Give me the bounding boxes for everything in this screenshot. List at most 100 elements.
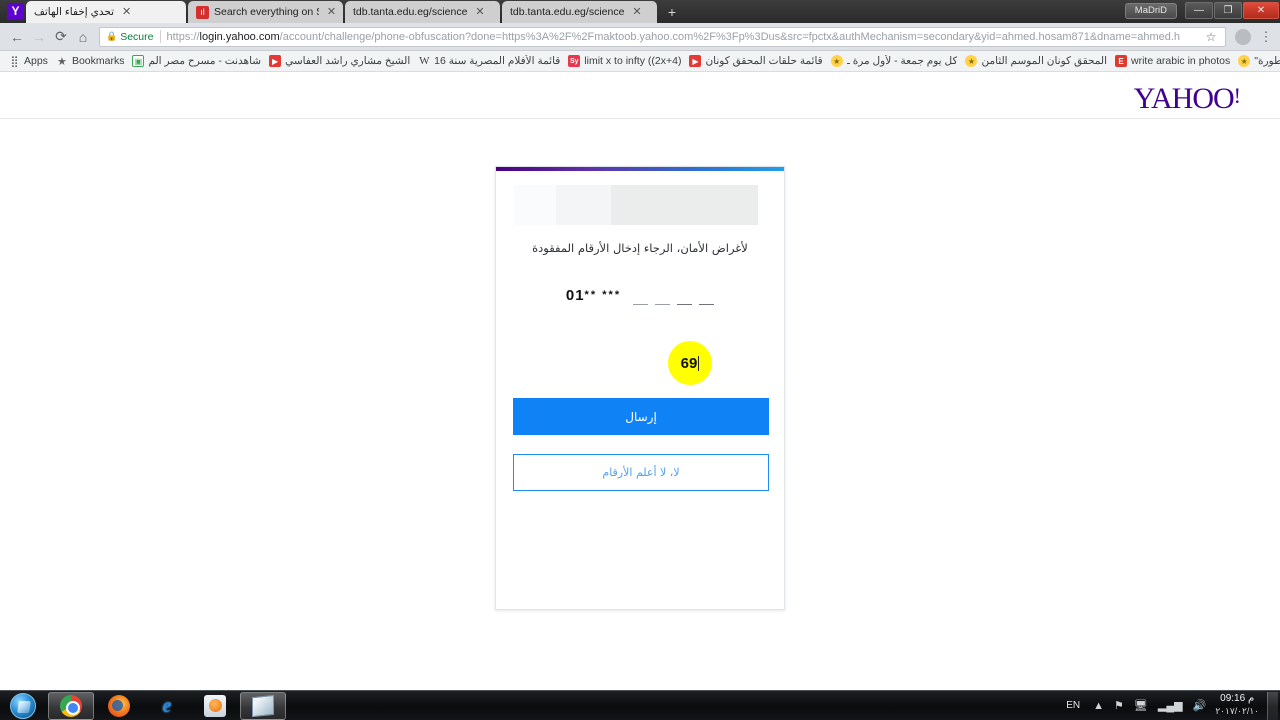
clock[interactable]: 09:16 م ٢٠١٧/٠٢/١٠ (1215, 693, 1259, 718)
windows-start-icon (10, 692, 36, 719)
bookmarks-folder[interactable]: ★ Bookmarks (52, 52, 129, 70)
language-indicator[interactable]: EN (1066, 700, 1080, 711)
browser-tab-strip: Y تحدي إخفاء الهاتف ✕ ıl Search everythi… (0, 0, 1280, 23)
bookmark-label: الشيخ مشاري راشد العفاسي (285, 55, 411, 67)
bookmark-item-5[interactable]: ▶ قائمة حلقات المحقق كونان (685, 52, 826, 70)
url-scheme: https:// (166, 30, 200, 43)
network-icon[interactable]: ▂▄▆ (1158, 699, 1183, 712)
url-text: https://login.yahoo.com/account/challeng… (167, 31, 1202, 43)
chrome-menu-icon[interactable]: ⋮ (1258, 29, 1274, 45)
browser-tab-1-title: تحدي إخفاء الهاتف (34, 6, 115, 18)
taskbar-item-internet-explorer[interactable]: e (144, 692, 190, 720)
screen: Y تحدي إخفاء الهاتف ✕ ıl Search everythi… (0, 0, 1280, 720)
show-hidden-icons-icon[interactable]: ▲ (1093, 700, 1104, 712)
send-button[interactable]: إرسال (513, 398, 769, 435)
apps-shortcut[interactable]: ⣿ Apps (4, 52, 52, 70)
taskbar-item-app[interactable] (240, 691, 286, 720)
internet-explorer-icon: e (162, 694, 172, 717)
browser-toolbar: ← → ⟳ ⌂ 🔒 Secure https://login.yahoo.com… (0, 23, 1280, 51)
home-icon[interactable]: ⌂ (72, 26, 94, 48)
action-center-icon[interactable]: 🖥 (1134, 699, 1148, 712)
phone-challenge-card: لأغراض الأمان، الرجاء إدخال الأرقام المف… (495, 166, 785, 610)
bookmark-item-8[interactable]: E write arabic in photos (1111, 52, 1234, 70)
taskbar-item-media-player[interactable] (192, 692, 238, 720)
bookmark-label: write arabic in photos (1131, 55, 1231, 67)
close-window-button[interactable]: ✕ (1243, 2, 1279, 19)
bookmark-item-4[interactable]: Sy limit x to infty ((2x+4) (564, 52, 685, 70)
instruction-text: لأغراض الأمان، الرجاء إدخال الأرقام المف… (532, 241, 748, 255)
bookmark-label: نتائج البحث: "افتار اسطورة" (1254, 55, 1280, 67)
missing-digit-inputs[interactable] (633, 285, 715, 305)
browser-tab-2[interactable]: ıl Search everything on So ✕ (188, 1, 343, 23)
bookmark-label: limit x to infty ((2x+4) (584, 55, 682, 67)
skeleton-block-b (556, 185, 611, 225)
new-tab-button[interactable]: + (661, 5, 683, 21)
masked-prefix: 01 (565, 286, 585, 304)
wikipedia-icon: W (419, 55, 430, 67)
scribd-icon: ıl (196, 5, 209, 19)
maximize-button[interactable]: ❐ (1214, 2, 1242, 19)
phone-entry-row: 01** *** (496, 277, 784, 313)
youtube-icon: ▶ (269, 55, 282, 67)
extension-icon[interactable] (1235, 28, 1251, 45)
page-content: YAHOO! لأغراض الأمان، الرجاء إدخال الأرق… (0, 72, 1280, 690)
gold-star-icon: ★ (965, 55, 978, 67)
gold-star-icon: ★ (1238, 55, 1251, 67)
address-bar[interactable]: 🔒 Secure https://login.yahoo.com/account… (99, 26, 1226, 47)
bookmark-item-2[interactable]: ▶ الشيخ مشاري راشد العفاسي (265, 52, 414, 70)
close-icon[interactable]: ✕ (326, 6, 337, 18)
browser-tab-3[interactable]: ▤ tdb.tanta.edu.eg/science ✕ (345, 1, 500, 23)
profile-button[interactable]: MaDriD (1124, 2, 1177, 19)
digit-input-2[interactable] (655, 285, 671, 305)
skeleton-block-c (611, 185, 758, 225)
browser-tab-4-title: tdb.tanta.edu.eg/science (510, 6, 625, 18)
system-tray: EN ▲ ⚑ 🖥 ▂▄▆ 🔊 09:16 م ٢٠١٧/٠٢/١٠ (1058, 691, 1280, 720)
bookmark-label: كل يوم جمعة - لأول مرة ـ (846, 55, 958, 67)
forward-icon[interactable]: → (28, 26, 50, 48)
masked-phone: 01** *** (566, 287, 621, 304)
firefox-icon (108, 694, 130, 717)
reload-icon[interactable]: ⟳ (50, 26, 72, 48)
back-icon[interactable]: ← (6, 26, 28, 48)
close-icon[interactable]: ✕ (474, 6, 485, 18)
browser-tab-4[interactable]: ▤ tdb.tanta.edu.eg/science ✕ (502, 1, 657, 23)
yahoo-icon: Y (7, 3, 24, 20)
bookmark-item-9[interactable]: ★ نتائج البحث: "افتار اسطورة" (1234, 52, 1280, 70)
bookmarks-folder-label: Bookmarks (71, 55, 125, 67)
green-square-icon: ▣ (132, 55, 145, 67)
bookmark-star-icon[interactable]: ☆ (1201, 30, 1221, 44)
volume-icon[interactable]: 🔊 (1193, 699, 1207, 712)
lock-icon: 🔒 (106, 31, 118, 41)
flag-icon[interactable]: ⚑ (1114, 699, 1124, 712)
bookmark-item-6[interactable]: ★ كل يوم جمعة - لأول مرة ـ (827, 52, 962, 70)
close-icon[interactable]: ✕ (631, 6, 642, 18)
browser-tab-1[interactable]: تحدي إخفاء الهاتف ✕ (26, 1, 186, 23)
show-desktop-button[interactable] (1267, 691, 1278, 720)
apps-label: Apps (24, 55, 48, 67)
dont-know-numbers-button[interactable]: لا، لا أعلم الأرقام (513, 454, 769, 491)
header-divider (0, 118, 1280, 119)
apps-grid-icon: ⣿ (10, 55, 18, 68)
text-cursor (698, 355, 700, 371)
minimize-button[interactable]: — (1185, 2, 1213, 19)
skeleton-block-a (514, 185, 556, 225)
bookmark-item-7[interactable]: ★ المحقق كونان الموسم الثامن (961, 52, 1111, 70)
url-domain: login.yahoo.com (199, 30, 280, 43)
digit-input-3[interactable] (677, 285, 693, 305)
digit-input-4[interactable] (699, 285, 715, 305)
omnibox-divider (159, 30, 161, 43)
taskbar-item-chrome[interactable] (48, 691, 94, 720)
gold-star-icon: ★ (830, 55, 843, 67)
entered-digits-text: 69 (680, 354, 698, 372)
clock-date: ٢٠١٧/٠٢/١٠ (1215, 706, 1259, 716)
bookmark-item-1[interactable]: ▣ شاهدنت - مسرح مصر الم (128, 52, 265, 70)
windows-media-player-icon (204, 694, 226, 717)
start-button[interactable] (0, 692, 46, 720)
close-icon[interactable]: ✕ (121, 6, 132, 18)
taskbar-item-firefox[interactable] (96, 692, 142, 720)
youtube-icon: ▶ (689, 55, 702, 67)
url-path: /account/challenge/phone-obfuscation?don… (279, 30, 1181, 43)
digit-input-1[interactable] (633, 285, 649, 305)
bookmark-item-3[interactable]: W قائمة الأفلام المصرية سنة 16 (414, 52, 564, 70)
yahoo-wordmark: YAHOO (1133, 82, 1235, 115)
